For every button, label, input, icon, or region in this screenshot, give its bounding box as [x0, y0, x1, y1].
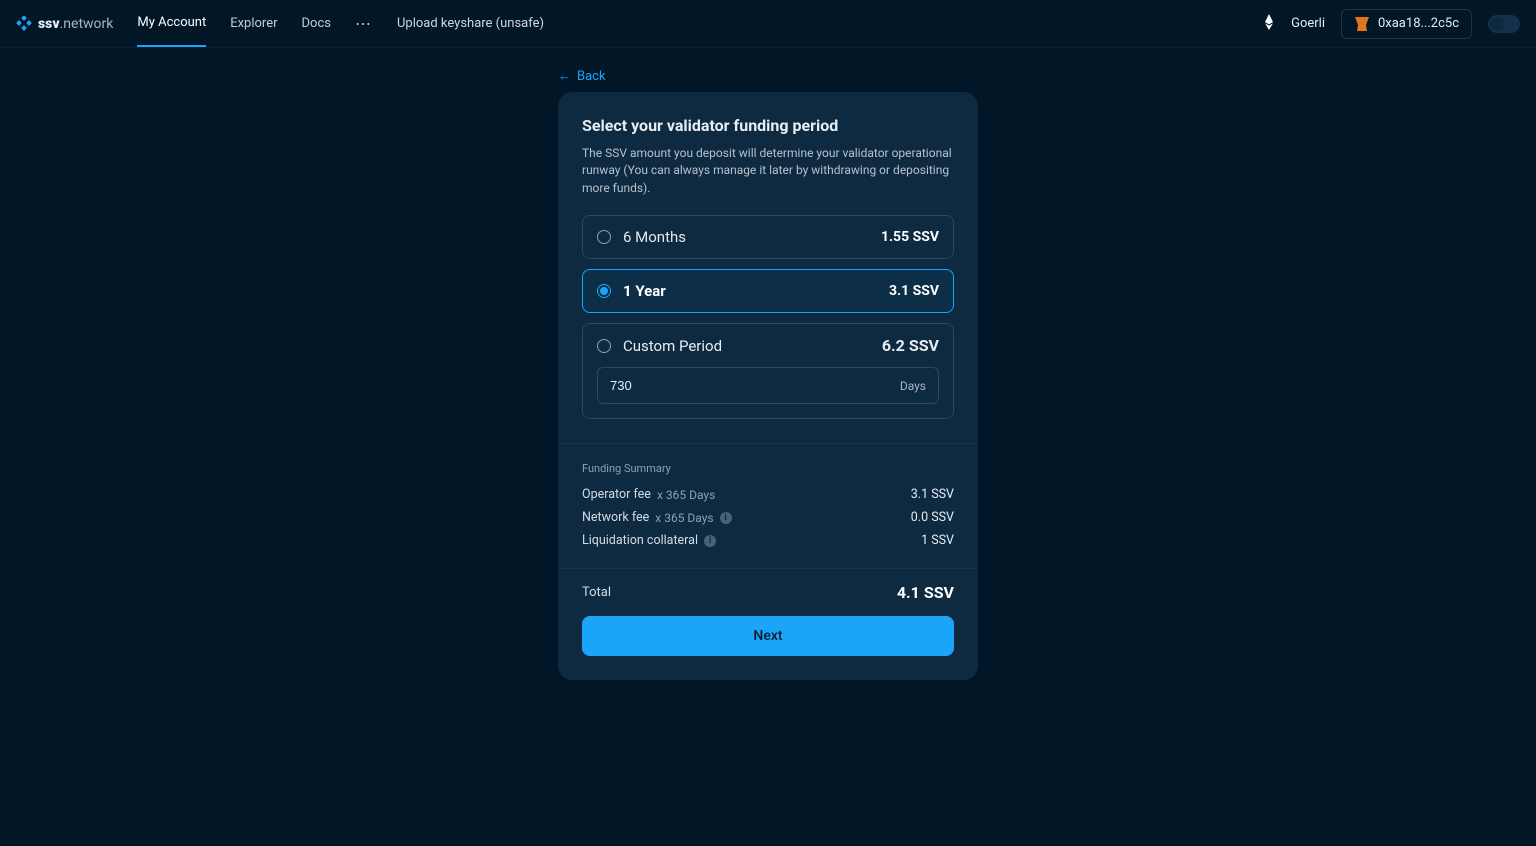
nav-docs[interactable]: Docs: [302, 1, 331, 46]
ethereum-icon: [1263, 14, 1275, 34]
total-label: Total: [582, 585, 611, 600]
funding-card: Select your validator funding period The…: [558, 92, 978, 680]
radio-icon: [597, 284, 611, 298]
custom-days-input[interactable]: [610, 378, 730, 393]
summary-title: Funding Summary: [582, 462, 954, 475]
option-label: 1 Year: [623, 282, 666, 300]
option-label: 6 Months: [623, 228, 686, 246]
logo-text-bold: ssv: [38, 16, 60, 32]
nav-my-account[interactable]: My Account: [137, 0, 206, 47]
option-cost: 6.2 SSV: [882, 336, 939, 355]
operator-fee-mult: x 365 Days: [657, 488, 715, 502]
network-fee-label: Network fee: [582, 510, 649, 525]
card-subtitle: The SSV amount you deposit will determin…: [582, 145, 954, 197]
network-label[interactable]: Goerli: [1291, 16, 1325, 31]
nav-more-icon[interactable]: ⋯: [355, 14, 373, 33]
info-icon[interactable]: i: [720, 512, 732, 524]
next-button[interactable]: Next: [582, 616, 954, 656]
option-label: Custom Period: [623, 337, 722, 355]
upload-keyshare-link[interactable]: Upload keyshare (unsafe): [397, 16, 544, 31]
operator-fee-label: Operator fee: [582, 487, 651, 502]
radio-icon: [597, 339, 611, 353]
arrow-left-icon: ←: [558, 68, 571, 84]
custom-days-field[interactable]: Days: [597, 367, 939, 404]
nav-explorer[interactable]: Explorer: [230, 1, 277, 46]
wallet-address: 0xaa18...2c5c: [1378, 16, 1459, 31]
option-1-year[interactable]: 1 Year 3.1 SSV: [582, 269, 954, 313]
moon-icon: ☾: [1492, 18, 1501, 29]
back-label: Back: [577, 69, 606, 84]
liquidation-value: 1 SSV: [921, 533, 954, 548]
operator-fee-value: 3.1 SSV: [911, 487, 954, 502]
logo-icon: [16, 16, 32, 32]
wallet-button[interactable]: 0xaa18...2c5c: [1341, 9, 1472, 39]
total-value: 4.1 SSV: [897, 583, 954, 602]
theme-toggle[interactable]: ☾: [1488, 15, 1520, 33]
logo-text-light: .network: [60, 16, 114, 32]
option-cost: 1.55 SSV: [881, 229, 939, 245]
funding-summary: Funding Summary Operator fee x 365 Days …: [558, 444, 978, 568]
option-custom[interactable]: Custom Period 6.2 SSV Days: [582, 323, 954, 419]
radio-icon: [597, 230, 611, 244]
option-6-months[interactable]: 6 Months 1.55 SSV: [582, 215, 954, 259]
days-suffix: Days: [900, 379, 926, 393]
back-link[interactable]: ← Back: [558, 68, 978, 84]
network-fee-mult: x 365 Days: [655, 511, 713, 525]
info-icon[interactable]: i: [704, 535, 716, 547]
metamask-icon: [1354, 16, 1370, 32]
option-cost: 3.1 SSV: [889, 283, 939, 299]
liquidation-label: Liquidation collateral: [582, 533, 698, 548]
network-fee-value: 0.0 SSV: [911, 510, 954, 525]
brand-logo[interactable]: ssv.network: [16, 16, 113, 32]
card-title: Select your validator funding period: [582, 116, 954, 135]
